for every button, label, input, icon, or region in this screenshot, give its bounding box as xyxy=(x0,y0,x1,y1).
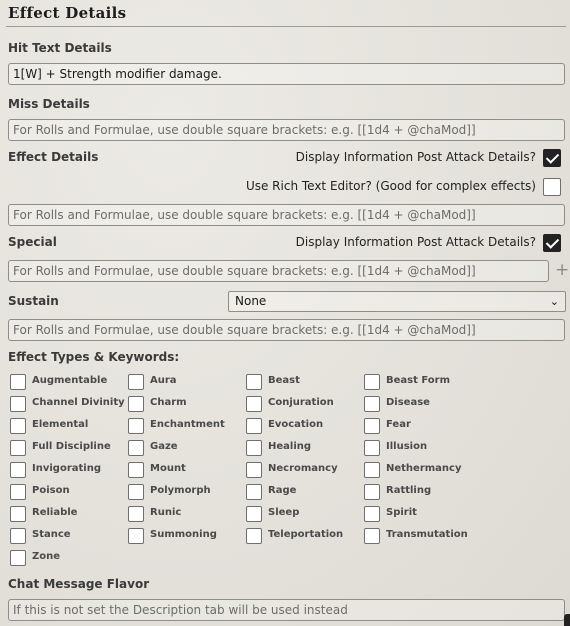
sustain-select[interactable]: None ⌄ xyxy=(228,291,566,312)
keyword-label: Gaze xyxy=(150,441,178,452)
section-title: Effect Details xyxy=(8,4,127,22)
keyword-checkbox[interactable] xyxy=(246,506,262,522)
keyword-label: Summoning xyxy=(150,529,217,540)
keyword-checkbox[interactable] xyxy=(364,418,380,434)
sustain-input[interactable]: For Rolls and Formulae, use double squar… xyxy=(8,319,565,341)
keyword-checkbox[interactable] xyxy=(10,528,26,544)
keyword-checkbox[interactable] xyxy=(10,418,26,434)
keyword-checkbox[interactable] xyxy=(128,440,144,456)
keyword-checkbox[interactable] xyxy=(246,418,262,434)
keyword-label: Stance xyxy=(32,529,71,540)
keyword-checkbox[interactable] xyxy=(128,462,144,478)
rich-text-checkbox[interactable] xyxy=(543,178,561,196)
keyword-label: Transmutation xyxy=(386,529,468,540)
keyword-label: Nethermancy xyxy=(386,463,462,474)
keyword-checkbox[interactable] xyxy=(128,396,144,412)
keyword-checkbox[interactable] xyxy=(246,484,262,500)
keyword-checkbox[interactable] xyxy=(10,462,26,478)
hit-label: Hit Text Details xyxy=(8,41,112,55)
effect-details-form: Effect Details Hit Text Details 1[W] + S… xyxy=(0,0,570,626)
keyword-checkbox[interactable] xyxy=(10,550,26,566)
keyword-checkbox[interactable] xyxy=(10,374,26,390)
effect-post-attack-label: Display Information Post Attack Details? xyxy=(295,150,536,164)
keyword-checkbox[interactable] xyxy=(364,506,380,522)
keyword-label: Reliable xyxy=(32,507,78,518)
keyword-label: Full Discipline xyxy=(32,441,111,452)
keyword-label: Aura xyxy=(150,375,177,386)
keyword-label: Disease xyxy=(386,397,430,408)
special-post-attack-label: Display Information Post Attack Details? xyxy=(295,235,536,249)
keywords-grid: Augmentable Aura Beast Beast Form Channel Di… xyxy=(10,374,480,570)
special-label: Special xyxy=(8,235,57,249)
resize-handle[interactable] xyxy=(564,614,570,626)
title-divider xyxy=(6,26,566,27)
keyword-label: Conjuration xyxy=(268,397,334,408)
keyword-label: Charm xyxy=(150,397,187,408)
keyword-checkbox[interactable] xyxy=(246,528,262,544)
keyword-checkbox[interactable] xyxy=(10,440,26,456)
keyword-label: Spirit xyxy=(386,507,417,518)
special-input[interactable]: For Rolls and Formulae, use double squar… xyxy=(8,260,549,282)
keyword-checkbox[interactable] xyxy=(246,462,262,478)
keyword-checkbox[interactable] xyxy=(128,528,144,544)
keyword-label: Healing xyxy=(268,441,312,452)
keyword-checkbox[interactable] xyxy=(128,374,144,390)
sustain-selected-value: None xyxy=(235,294,267,308)
plus-icon[interactable]: + xyxy=(555,260,569,280)
keyword-label: Illusion xyxy=(386,441,428,452)
keyword-checkbox[interactable] xyxy=(364,528,380,544)
keyword-checkbox[interactable] xyxy=(364,462,380,478)
keyword-label: Mount xyxy=(150,463,186,474)
keyword-checkbox[interactable] xyxy=(246,396,262,412)
rich-text-label: Use Rich Text Editor? (Good for complex … xyxy=(245,179,536,193)
keyword-checkbox[interactable] xyxy=(364,396,380,412)
sustain-label: Sustain xyxy=(8,294,59,308)
hit-text-input[interactable]: 1[W] + Strength modifier damage. xyxy=(8,63,565,85)
keyword-label: Elemental xyxy=(32,419,89,430)
keyword-label: Necromancy xyxy=(268,463,338,474)
keyword-checkbox[interactable] xyxy=(10,396,26,412)
effect-post-attack-checkbox[interactable] xyxy=(543,149,561,167)
keyword-checkbox[interactable] xyxy=(128,418,144,434)
keyword-label: Teleportation xyxy=(268,529,344,540)
miss-label: Miss Details xyxy=(8,97,90,111)
keyword-label: Rage xyxy=(268,485,297,496)
keyword-label: Augmentable xyxy=(32,375,108,386)
effect-details-input[interactable]: For Rolls and Formulae, use double squar… xyxy=(8,204,565,226)
keyword-checkbox[interactable] xyxy=(364,440,380,456)
miss-details-input[interactable]: For Rolls and Formulae, use double squar… xyxy=(8,119,565,141)
keyword-checkbox[interactable] xyxy=(364,374,380,390)
chat-flavor-input[interactable]: If this is not set the Description tab w… xyxy=(8,599,565,621)
chevron-down-icon: ⌄ xyxy=(549,295,559,308)
keyword-label: Zone xyxy=(32,551,61,562)
keyword-checkbox[interactable] xyxy=(128,484,144,500)
flavor-label: Chat Message Flavor xyxy=(8,577,150,591)
keyword-checkbox[interactable] xyxy=(10,506,26,522)
keyword-label: Enchantment xyxy=(150,419,225,430)
keyword-label: Beast Form xyxy=(386,375,451,386)
keyword-label: Runic xyxy=(150,507,182,518)
keyword-checkbox[interactable] xyxy=(10,484,26,500)
keyword-label: Beast xyxy=(268,375,300,386)
keyword-label: Invigorating xyxy=(32,463,101,474)
keyword-label: Poison xyxy=(32,485,70,496)
keyword-checkbox[interactable] xyxy=(246,374,262,390)
keywords-label: Effect Types & Keywords: xyxy=(8,350,180,364)
effect-label: Effect Details xyxy=(8,150,99,164)
keyword-checkbox[interactable] xyxy=(246,440,262,456)
keyword-label: Fear xyxy=(386,419,411,430)
keyword-label: Polymorph xyxy=(150,485,211,496)
keyword-label: Rattling xyxy=(386,485,432,496)
keyword-checkbox[interactable] xyxy=(364,484,380,500)
special-post-attack-checkbox[interactable] xyxy=(543,234,561,252)
keyword-label: Evocation xyxy=(268,419,324,430)
keyword-label: Channel Divinity xyxy=(32,397,125,408)
keyword-checkbox[interactable] xyxy=(128,506,144,522)
keyword-label: Sleep xyxy=(268,507,300,518)
